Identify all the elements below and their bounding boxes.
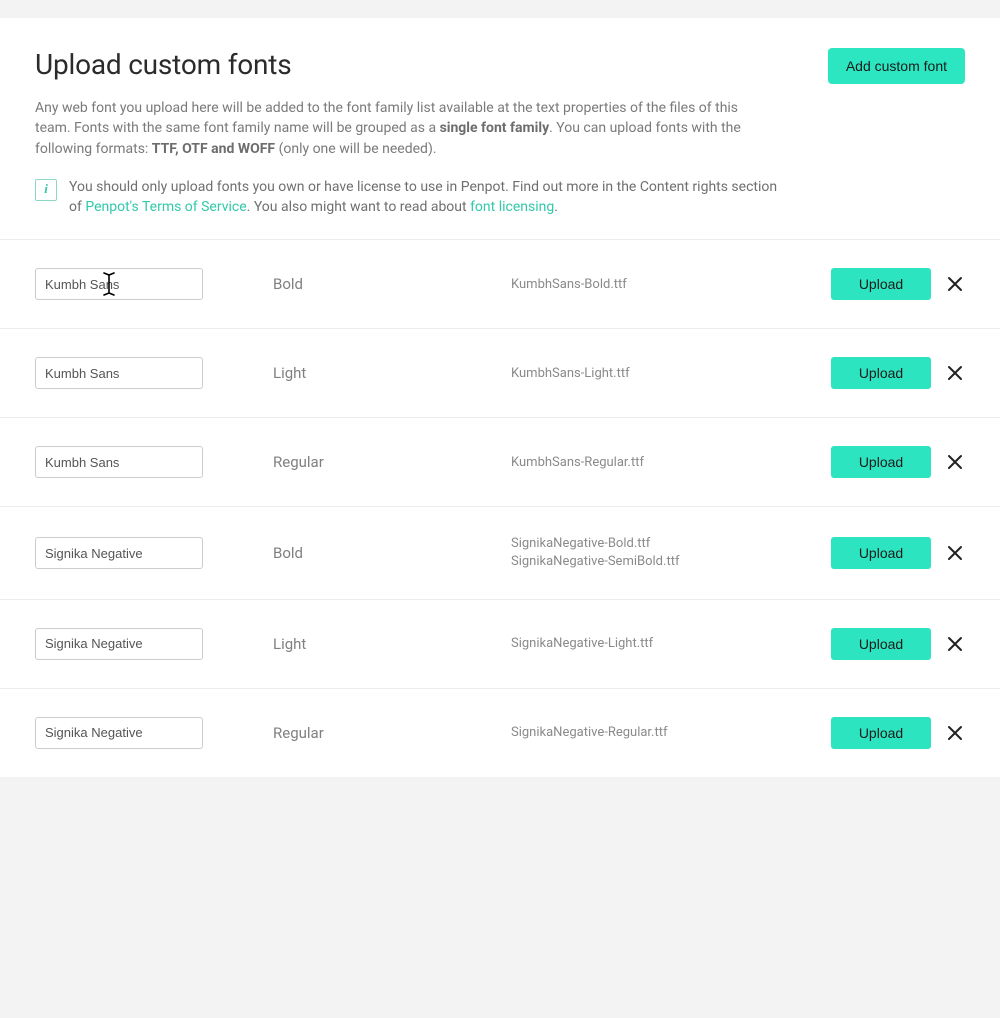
font-row-actions: Upload (831, 357, 965, 389)
info-text-part: . You also might want to read about (247, 199, 470, 215)
upload-button[interactable]: Upload (831, 717, 931, 749)
font-variant: Light (273, 635, 511, 653)
remove-font-button[interactable] (945, 723, 965, 743)
fonts-panel: Upload custom fonts Add custom font Any … (0, 18, 1000, 777)
font-file-name: SignikaNegative-SemiBold.ttf (511, 553, 831, 571)
font-row: LightSignikaNegative-Light.ttfUpload (0, 599, 1000, 688)
font-name-cell (35, 537, 273, 569)
font-files: KumbhSans-Bold.ttf (511, 276, 831, 294)
font-variant: Regular (273, 453, 511, 471)
font-files: KumbhSans-Regular.ttf (511, 454, 831, 472)
font-row: BoldSignikaNegative-Bold.ttfSignikaNegat… (0, 506, 1000, 598)
font-list: BoldKumbhSans-Bold.ttfUploadLightKumbhSa… (0, 239, 1000, 776)
font-files: KumbhSans-Light.ttf (511, 365, 831, 383)
upload-button[interactable]: Upload (831, 357, 931, 389)
font-licensing-link[interactable]: font licensing (470, 199, 554, 215)
font-variant: Regular (273, 724, 511, 742)
font-variant: Light (273, 364, 511, 382)
font-file-name: SignikaNegative-Light.ttf (511, 635, 831, 653)
close-icon (947, 725, 963, 741)
font-files: SignikaNegative-Regular.ttf (511, 724, 831, 742)
font-row: RegularSignikaNegative-Regular.ttfUpload (0, 688, 1000, 777)
font-name-input[interactable] (35, 628, 203, 660)
description-bold-1: single font family (440, 120, 550, 136)
page-title: Upload custom fonts (35, 48, 292, 81)
font-files: SignikaNegative-Bold.ttfSignikaNegative-… (511, 535, 831, 570)
font-variant: Bold (273, 544, 511, 562)
upload-button[interactable]: Upload (831, 628, 931, 660)
upload-button[interactable]: Upload (831, 446, 931, 478)
close-icon (947, 636, 963, 652)
font-file-name: SignikaNegative-Regular.ttf (511, 724, 831, 742)
remove-font-button[interactable] (945, 634, 965, 654)
info-text: You should only upload fonts you own or … (69, 177, 789, 218)
font-row-actions: Upload (831, 537, 965, 569)
font-files: SignikaNegative-Light.ttf (511, 635, 831, 653)
info-icon: i (35, 179, 57, 201)
close-icon (947, 365, 963, 381)
close-icon (947, 545, 963, 561)
info-callout: i You should only upload fonts you own o… (35, 177, 965, 218)
remove-font-button[interactable] (945, 363, 965, 383)
font-row: LightKumbhSans-Light.ttfUpload (0, 328, 1000, 417)
header-row: Upload custom fonts Add custom font (35, 48, 965, 84)
font-name-cell (35, 268, 273, 300)
font-row-actions: Upload (831, 717, 965, 749)
remove-font-button[interactable] (945, 543, 965, 563)
font-file-name: KumbhSans-Bold.ttf (511, 276, 831, 294)
add-custom-font-button[interactable]: Add custom font (828, 48, 965, 84)
font-file-name: SignikaNegative-Bold.ttf (511, 535, 831, 553)
font-file-name: KumbhSans-Light.ttf (511, 365, 831, 383)
description-text: (only one will be needed). (275, 141, 436, 157)
font-name-input[interactable] (35, 717, 203, 749)
info-text-part: . (554, 199, 558, 215)
page-description: Any web font you upload here will be add… (35, 98, 775, 159)
terms-of-service-link[interactable]: Penpot's Terms of Service (85, 199, 246, 215)
font-name-cell (35, 446, 273, 478)
upload-button[interactable]: Upload (831, 537, 931, 569)
font-row: RegularKumbhSans-Regular.ttfUpload (0, 417, 1000, 506)
font-row-actions: Upload (831, 446, 965, 478)
description-bold-2: TTF, OTF and WOFF (152, 141, 275, 157)
font-row-actions: Upload (831, 268, 965, 300)
font-name-cell (35, 628, 273, 660)
font-name-input[interactable] (35, 446, 203, 478)
close-icon (947, 454, 963, 470)
upload-button[interactable]: Upload (831, 268, 931, 300)
font-name-cell (35, 717, 273, 749)
font-variant: Bold (273, 275, 511, 293)
font-name-input[interactable] (35, 537, 203, 569)
font-row-actions: Upload (831, 628, 965, 660)
font-name-cell (35, 357, 273, 389)
font-row: BoldKumbhSans-Bold.ttfUpload (0, 239, 1000, 328)
remove-font-button[interactable] (945, 274, 965, 294)
font-file-name: KumbhSans-Regular.ttf (511, 454, 831, 472)
close-icon (947, 276, 963, 292)
font-name-input[interactable] (35, 357, 203, 389)
remove-font-button[interactable] (945, 452, 965, 472)
font-name-input[interactable] (35, 268, 203, 300)
panel-header-section: Upload custom fonts Add custom font Any … (0, 18, 1000, 239)
